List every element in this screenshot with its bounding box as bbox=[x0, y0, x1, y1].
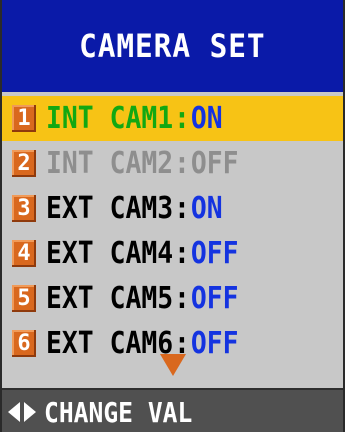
item-number-badge: 5 bbox=[12, 285, 36, 312]
camera-name: CAM4 bbox=[109, 236, 174, 271]
camera-prefix: EXT bbox=[46, 191, 94, 226]
menu-item-cam3[interactable]: 3 EXT CAM3:ON bbox=[0, 186, 345, 231]
menu-item-label: EXT CAM5:OFF bbox=[46, 281, 239, 316]
footer-hint-text: CHANGE VAL bbox=[44, 395, 193, 429]
item-number-badge: 3 bbox=[12, 195, 36, 222]
camera-value[interactable]: OFF bbox=[191, 326, 239, 361]
menu-item-cam5[interactable]: 5 EXT CAM5:OFF bbox=[0, 276, 345, 321]
menu-item-cam1[interactable]: 1 INT CAM1:ON bbox=[0, 96, 345, 141]
item-number-badge: 4 bbox=[12, 240, 36, 267]
menu-item-label: INT CAM1:ON bbox=[46, 101, 223, 136]
page-title: CAMERA SET bbox=[79, 27, 266, 65]
camera-prefix: EXT bbox=[46, 281, 94, 316]
down-triangle-icon[interactable] bbox=[160, 354, 186, 376]
right-arrow-icon bbox=[24, 402, 36, 422]
header-bar: CAMERA SET bbox=[0, 0, 345, 92]
item-number-badge: 6 bbox=[12, 330, 36, 357]
camera-prefix: EXT bbox=[46, 236, 94, 271]
camera-prefix: INT bbox=[46, 101, 94, 136]
left-arrow-icon bbox=[8, 402, 20, 422]
camera-value[interactable]: ON bbox=[191, 191, 223, 226]
camera-value[interactable]: OFF bbox=[191, 146, 239, 181]
camera-name: CAM1 bbox=[109, 101, 174, 136]
camera-value[interactable]: ON bbox=[191, 101, 223, 136]
camera-prefix: INT bbox=[46, 146, 94, 181]
menu-item-label: EXT CAM3:ON bbox=[46, 191, 223, 226]
camera-name: CAM3 bbox=[109, 191, 174, 226]
camera-value[interactable]: OFF bbox=[191, 281, 239, 316]
menu-item-label: INT CAM2:OFF bbox=[46, 146, 239, 181]
camera-name: CAM2 bbox=[109, 146, 174, 181]
item-number-badge: 1 bbox=[12, 105, 36, 132]
camera-set-screen: CAMERA SET 1 INT CAM1:ON 2 INT CAM2:OFF … bbox=[0, 0, 345, 432]
camera-name: CAM5 bbox=[109, 281, 174, 316]
camera-value[interactable]: OFF bbox=[191, 236, 239, 271]
footer-hint-bar: CHANGE VAL bbox=[0, 388, 345, 432]
menu-item-cam2[interactable]: 2 INT CAM2:OFF bbox=[0, 141, 345, 186]
item-number-badge: 2 bbox=[12, 150, 36, 177]
camera-prefix: EXT bbox=[46, 326, 94, 361]
menu-item-label: EXT CAM4:OFF bbox=[46, 236, 239, 271]
menu-item-label: EXT CAM6:OFF bbox=[46, 326, 239, 361]
camera-menu: 1 INT CAM1:ON 2 INT CAM2:OFF 3 EXT CAM3:… bbox=[0, 92, 345, 374]
menu-item-cam4[interactable]: 4 EXT CAM4:OFF bbox=[0, 231, 345, 276]
